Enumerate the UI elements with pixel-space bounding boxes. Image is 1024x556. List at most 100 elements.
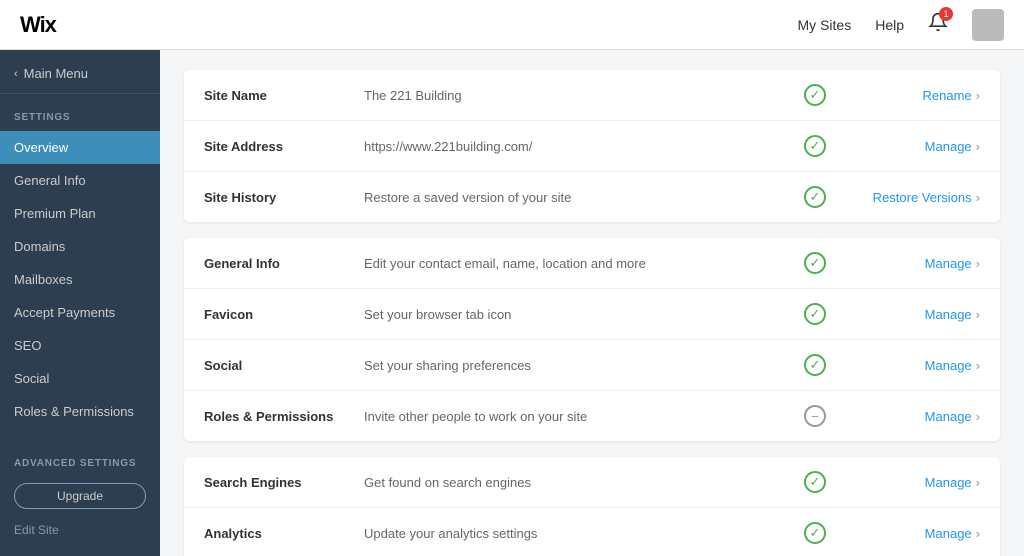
row-desc-analytics: Update your analytics settings (364, 526, 790, 541)
table-row: Site History Restore a saved version of … (184, 172, 1000, 222)
check-circle-icon: ✓ (804, 522, 826, 544)
table-row: Search Engines Get found on search engin… (184, 457, 1000, 508)
row-action-analytics: Manage › (840, 526, 980, 541)
chevron-right-icon: › (976, 256, 980, 271)
row-action-search-engines: Manage › (840, 475, 980, 490)
row-label-social: Social (204, 358, 364, 373)
sidebar-item-seo[interactable]: SEO (0, 329, 160, 362)
table-row: Favicon Set your browser tab icon ✓ Mana… (184, 289, 1000, 340)
row-action-favicon: Manage › (840, 307, 980, 322)
upgrade-button[interactable]: Upgrade (14, 483, 146, 509)
chevron-right-icon: › (976, 358, 980, 373)
settings-section-label: SETTINGS (0, 94, 160, 131)
row-label-site-history: Site History (204, 190, 364, 205)
row-action-social: Manage › (840, 358, 980, 373)
row-label-site-address: Site Address (204, 139, 364, 154)
manage-favicon-link[interactable]: Manage (925, 307, 972, 322)
top-nav: Wix My Sites Help 1 (0, 0, 1024, 50)
row-desc-site-name: The 221 Building (364, 88, 790, 103)
help-link[interactable]: Help (875, 17, 904, 33)
sidebar-item-roles-permissions[interactable]: Roles & Permissions (0, 395, 160, 428)
row-icon-roles-permissions: − (790, 405, 840, 427)
chevron-right-icon: › (976, 190, 980, 205)
row-desc-social: Set your sharing preferences (364, 358, 790, 373)
row-icon-social: ✓ (790, 354, 840, 376)
check-circle-icon: ✓ (804, 84, 826, 106)
sidebar: ‹ Main Menu SETTINGS Overview General In… (0, 50, 160, 556)
sidebar-item-general-info[interactable]: General Info (0, 164, 160, 197)
row-desc-site-address: https://www.221building.com/ (364, 139, 790, 154)
main-menu-item[interactable]: ‹ Main Menu (0, 50, 160, 94)
edit-site-link[interactable]: Edit Site (0, 515, 160, 545)
table-row: Site Name The 221 Building ✓ Rename › (184, 70, 1000, 121)
chevron-right-icon: › (976, 88, 980, 103)
main-menu-label: Main Menu (24, 66, 88, 81)
row-icon-analytics: ✓ (790, 522, 840, 544)
chevron-right-icon: › (976, 526, 980, 541)
sidebar-item-social[interactable]: Social (0, 362, 160, 395)
top-nav-right: My Sites Help 1 (798, 9, 1004, 41)
row-label-general-info: General Info (204, 256, 364, 271)
row-desc-roles-permissions: Invite other people to work on your site (364, 409, 790, 424)
row-label-search-engines: Search Engines (204, 475, 364, 490)
row-icon-general-info: ✓ (790, 252, 840, 274)
row-action-site-name: Rename › (840, 88, 980, 103)
minus-circle-icon: − (804, 405, 826, 427)
row-desc-site-history: Restore a saved version of your site (364, 190, 790, 205)
row-label-analytics: Analytics (204, 526, 364, 541)
table-row: Social Set your sharing preferences ✓ Ma… (184, 340, 1000, 391)
check-circle-icon: ✓ (804, 186, 826, 208)
manage-site-address-link[interactable]: Manage (925, 139, 972, 154)
check-circle-icon: ✓ (804, 354, 826, 376)
manage-analytics-link[interactable]: Manage (925, 526, 972, 541)
table-row: Roles & Permissions Invite other people … (184, 391, 1000, 441)
row-desc-favicon: Set your browser tab icon (364, 307, 790, 322)
advanced-settings-label: ADVANCED SETTINGS (0, 448, 160, 477)
rename-link[interactable]: Rename (923, 88, 972, 103)
row-icon-site-history: ✓ (790, 186, 840, 208)
table-row: General Info Edit your contact email, na… (184, 238, 1000, 289)
main-layout: ‹ Main Menu SETTINGS Overview General In… (0, 50, 1024, 556)
row-icon-site-address: ✓ (790, 135, 840, 157)
row-action-roles-permissions: Manage › (840, 409, 980, 424)
chevron-left-icon: ‹ (14, 68, 18, 80)
sidebar-item-domains[interactable]: Domains (0, 230, 160, 263)
notification-badge: 1 (939, 7, 953, 21)
sidebar-item-premium-plan[interactable]: Premium Plan (0, 197, 160, 230)
table-row: Site Address https://www.221building.com… (184, 121, 1000, 172)
manage-social-link[interactable]: Manage (925, 358, 972, 373)
chevron-right-icon: › (976, 475, 980, 490)
chevron-right-icon: › (976, 307, 980, 322)
check-circle-icon: ✓ (804, 252, 826, 274)
check-circle-icon: ✓ (804, 303, 826, 325)
sidebar-item-overview[interactable]: Overview (0, 131, 160, 164)
content-area: Site Name The 221 Building ✓ Rename › Si… (160, 50, 1024, 556)
wix-logo: Wix (20, 12, 56, 38)
chevron-right-icon: › (976, 409, 980, 424)
row-action-site-address: Manage › (840, 139, 980, 154)
sidebar-item-mailboxes[interactable]: Mailboxes (0, 263, 160, 296)
manage-general-info-link[interactable]: Manage (925, 256, 972, 271)
avatar[interactable] (972, 9, 1004, 41)
manage-roles-link[interactable]: Manage (925, 409, 972, 424)
row-icon-favicon: ✓ (790, 303, 840, 325)
card-advanced: Search Engines Get found on search engin… (184, 457, 1000, 556)
chevron-right-icon: › (976, 139, 980, 154)
row-desc-general-info: Edit your contact email, name, location … (364, 256, 790, 271)
row-label-favicon: Favicon (204, 307, 364, 322)
row-label-site-name: Site Name (204, 88, 364, 103)
row-action-site-history: Restore Versions › (840, 190, 980, 205)
bell-icon[interactable]: 1 (928, 12, 948, 37)
card-site-identity: General Info Edit your contact email, na… (184, 238, 1000, 441)
table-row: Analytics Update your analytics settings… (184, 508, 1000, 556)
row-desc-search-engines: Get found on search engines (364, 475, 790, 490)
check-circle-icon: ✓ (804, 471, 826, 493)
check-circle-icon: ✓ (804, 135, 826, 157)
row-icon-search-engines: ✓ (790, 471, 840, 493)
row-icon-site-name: ✓ (790, 84, 840, 106)
my-sites-link[interactable]: My Sites (798, 17, 852, 33)
card-site-basics: Site Name The 221 Building ✓ Rename › Si… (184, 70, 1000, 222)
manage-search-engines-link[interactable]: Manage (925, 475, 972, 490)
sidebar-item-accept-payments[interactable]: Accept Payments (0, 296, 160, 329)
restore-versions-link[interactable]: Restore Versions (873, 190, 972, 205)
